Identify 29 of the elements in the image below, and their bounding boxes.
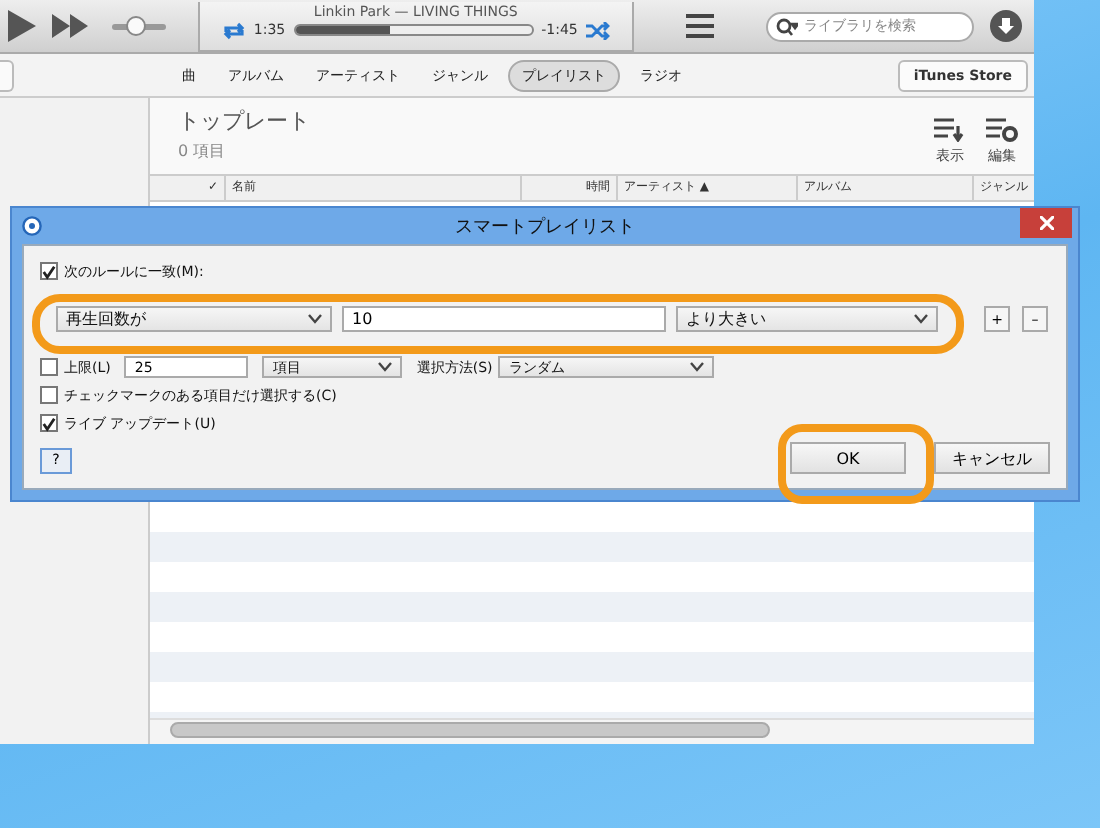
list-icon[interactable] xyxy=(686,14,714,38)
progress-bar[interactable] xyxy=(293,24,534,36)
chevron-icon xyxy=(690,362,705,372)
repeat-icon[interactable] xyxy=(221,21,246,39)
dialog-button[interactable]: OK xyxy=(790,442,906,474)
list-view-icon[interactable] xyxy=(934,118,966,142)
list-gear-icon[interactable] xyxy=(986,118,1018,142)
download-icon[interactable] xyxy=(990,10,1022,42)
fast-forward-icon[interactable] xyxy=(52,14,88,38)
chevron-icon xyxy=(914,314,928,324)
checkbox[interactable] xyxy=(40,358,58,376)
window-title: スマートプレイリスト xyxy=(455,214,635,239)
chevron-icon xyxy=(308,314,322,324)
checkbox[interactable] xyxy=(40,414,58,432)
chevron-icon xyxy=(378,362,393,372)
item-count: 0 項目 xyxy=(178,140,228,162)
checkbox[interactable] xyxy=(40,386,58,404)
input-field[interactable]: 10 xyxy=(342,306,666,332)
close-icon xyxy=(1039,216,1053,230)
dropdown[interactable]: より大きい xyxy=(676,306,938,332)
checkbox[interactable] xyxy=(40,262,58,280)
shuffle-icon[interactable] xyxy=(585,21,610,39)
close-button[interactable] xyxy=(1020,208,1072,238)
horizontal-scrollbar[interactable] xyxy=(150,718,1034,744)
play-icon[interactable] xyxy=(8,10,36,42)
dropdown[interactable]: 再生回数が xyxy=(56,306,332,332)
playlist-title: トップレート xyxy=(178,106,310,136)
app-icon xyxy=(22,216,42,236)
dialog-button[interactable]: キャンセル xyxy=(934,442,1050,474)
